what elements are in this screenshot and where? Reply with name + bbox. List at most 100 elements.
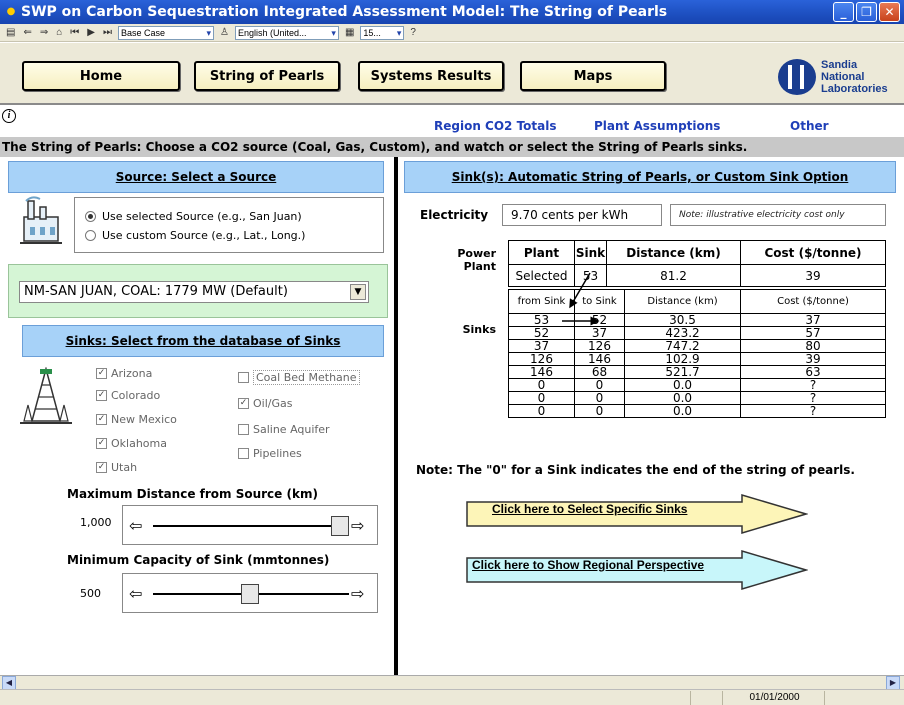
table-cell: 57 (740, 326, 886, 340)
checkbox-oil-gas[interactable]: ✓ Oil/Gas (238, 397, 292, 410)
language-select[interactable]: English (United... (234, 25, 339, 40)
plant-assumptions-link[interactable]: Plant Assumptions (594, 119, 720, 133)
table-row: 0 0 0.0? (508, 391, 886, 405)
slider-thumb[interactable] (241, 584, 259, 604)
max-distance-slider[interactable]: ⇦ ⇨ (122, 505, 378, 545)
show-regional-perspective-button[interactable]: Click here to Show Regional Perspective (466, 549, 809, 594)
source-select[interactable]: NM-SAN JUAN, COAL: 1779 MW (Default) ▼ (19, 281, 369, 303)
region-co2-totals-link[interactable]: Region CO2 Totals (434, 119, 557, 133)
table-cell: 37 (740, 313, 886, 327)
systems-results-button[interactable]: Systems Results (358, 61, 504, 91)
source-options-box: Use selected Source (e.g., San Juan) Use… (74, 197, 384, 253)
table-cell: 39 (740, 352, 886, 366)
checkbox-coal-bed-methane[interactable]: Coal Bed Methane (238, 370, 360, 385)
horizontal-scrollbar[interactable]: ◀ ▶ (0, 675, 904, 690)
app-icon: ● (6, 6, 16, 17)
arrow-right-icon[interactable]: ⇨ (351, 585, 364, 603)
checkbox-saline-aquifer[interactable]: Saline Aquifer (238, 423, 330, 436)
factory-icon (20, 196, 62, 244)
max-distance-label: Maximum Distance from Source (km) (67, 487, 318, 501)
layout-icon[interactable]: ▦ (343, 27, 356, 38)
table-cell: 146 (508, 365, 575, 379)
table-cell: 102.9 (624, 352, 741, 366)
table-header: Cost ($/tonne) (740, 240, 886, 265)
min-capacity-label: Minimum Capacity of Sink (mmtonnes) (67, 553, 330, 567)
checkbox-utah[interactable]: ✓ Utah (96, 461, 137, 474)
table-cell: 0 (574, 378, 625, 392)
scroll-left-button[interactable]: ◀ (2, 676, 16, 690)
use-selected-source-radio[interactable]: Use selected Source (e.g., San Juan) (85, 210, 302, 223)
sinks-header: Sinks: Select from the database of Sinks (22, 325, 384, 357)
table-header: Distance (km) (606, 240, 741, 265)
table-row: 37 126 747.2 80 (508, 339, 886, 353)
electricity-label: Electricity (420, 208, 489, 222)
minimize-button[interactable]: _ (833, 2, 854, 22)
table-cell: 37 (574, 326, 625, 340)
scroll-right-button[interactable]: ▶ (886, 676, 900, 690)
radio-selected-icon (85, 211, 96, 222)
zoom-select[interactable]: 15... (360, 25, 405, 40)
print-icon[interactable]: ▤ (4, 27, 17, 38)
status-bar: 01/01/2000 (0, 689, 904, 705)
view-select[interactable]: Base Case (117, 25, 214, 40)
chevron-down-icon[interactable]: ▼ (350, 284, 366, 300)
forward-icon[interactable]: ⇒ (38, 27, 50, 38)
close-button[interactable]: ✕ (879, 2, 900, 22)
checkbox-oklahoma[interactable]: ✓ Oklahoma (96, 437, 167, 450)
back-icon[interactable]: ⇐ (21, 27, 33, 38)
table-row: 146 68 521.7 63 (508, 365, 886, 379)
table-cell: 0 (574, 391, 625, 405)
electricity-cost-field[interactable]: 9.70 cents per kWh (502, 204, 662, 226)
checkbox-arizona[interactable]: ✓ Arizona (96, 367, 152, 380)
min-capacity-value: 500 (80, 587, 101, 600)
slider-thumb[interactable] (331, 516, 349, 536)
maps-button[interactable]: Maps (520, 61, 666, 91)
user-icon[interactable]: ♙ (218, 27, 231, 38)
table-header: Plant (508, 240, 575, 265)
arrow-left-icon[interactable]: ⇦ (129, 517, 142, 535)
table-cell: ? (740, 391, 886, 405)
table-cell: 63 (740, 365, 886, 379)
arrow-right-icon[interactable]: ⇨ (351, 517, 364, 535)
play-icon[interactable]: ▶ (85, 27, 97, 38)
first-record-icon[interactable]: ⏮ (68, 27, 81, 38)
use-custom-source-radio[interactable]: Use custom Source (e.g., Lat., Long.) (85, 229, 305, 242)
logo-line-2: National (821, 71, 865, 83)
table-row: 0 0 0.0? (508, 404, 886, 418)
table-header: Sink (574, 240, 607, 265)
table-row: 52 37 423.2 57 (508, 326, 886, 340)
table-row: 0 0 0.0? (508, 378, 886, 392)
other-link[interactable]: Other (790, 119, 829, 133)
string-arrows (562, 272, 600, 326)
use-selected-source-label: Use selected Source (e.g., San Juan) (102, 210, 302, 223)
select-specific-sinks-button[interactable]: Click here to Select Specific Sinks (466, 493, 809, 538)
logo-line-1: Sandia (821, 59, 858, 71)
min-capacity-slider[interactable]: ⇦ ⇨ (122, 573, 378, 613)
power-plant-label: Power Plant (457, 247, 496, 273)
table-cell: 39 (740, 264, 886, 287)
table-cell: 747.2 (624, 339, 741, 353)
title-bar: ● SWP on Carbon Sequestration Integrated… (0, 0, 904, 24)
checkbox-checked-icon: ✓ (96, 438, 107, 449)
arrow-left-icon[interactable]: ⇦ (129, 585, 142, 603)
radio-unselected-icon (85, 230, 96, 241)
sinks-string-header: Sink(s): Automatic String of Pearls, or … (404, 161, 896, 193)
table-cell: 0 (508, 391, 575, 405)
checkbox-unchecked-icon (238, 424, 249, 435)
table-cell: 126 (508, 352, 575, 366)
checkbox-pipelines[interactable]: Pipelines (238, 447, 302, 460)
table-cell: 126 (574, 339, 625, 353)
table-cell: 0 (508, 404, 575, 418)
string-of-pearls-button[interactable]: String of Pearls (194, 61, 340, 91)
help-icon[interactable]: ? (408, 27, 418, 38)
table-cell: 423.2 (624, 326, 741, 340)
table-cell: 52 (508, 326, 575, 340)
checkbox-colorado[interactable]: ✓ Colorado (96, 389, 160, 402)
info-icon[interactable]: i (2, 109, 16, 123)
end-of-string-note: Note: The "0" for a Sink indicates the e… (416, 463, 855, 477)
last-record-icon[interactable]: ⏭ (101, 27, 114, 38)
home-button[interactable]: Home (22, 61, 180, 91)
home-icon[interactable]: ⌂ (54, 27, 64, 38)
checkbox-new-mexico[interactable]: ✓ New Mexico (96, 413, 177, 426)
maximize-button[interactable]: ❐ (856, 2, 877, 22)
